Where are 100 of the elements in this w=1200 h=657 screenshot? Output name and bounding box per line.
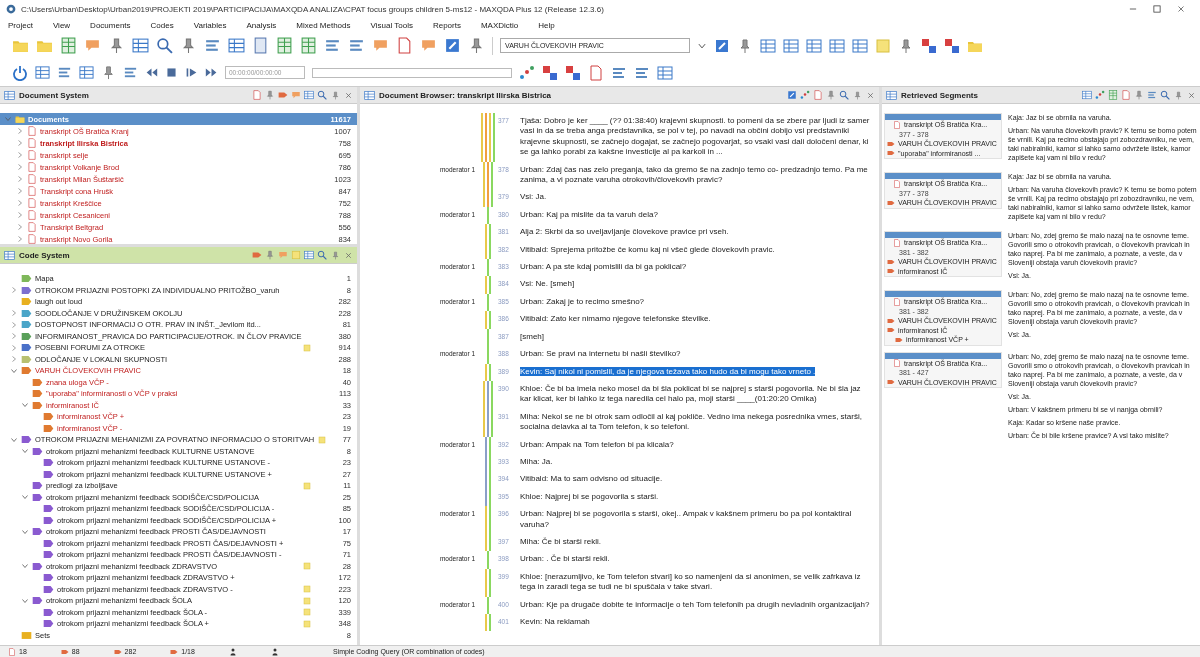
coding-stripe[interactable] bbox=[489, 241, 491, 260]
coding-stripe[interactable] bbox=[491, 380, 493, 409]
page-icon[interactable] bbox=[252, 37, 269, 54]
table-icon[interactable] bbox=[852, 37, 868, 54]
spreadsheet-icon[interactable] bbox=[1108, 90, 1118, 100]
table-icon[interactable] bbox=[1082, 90, 1092, 100]
chevron-right-icon[interactable] bbox=[10, 309, 18, 318]
menu-item[interactable]: Reports bbox=[432, 20, 461, 30]
speech-icon[interactable] bbox=[372, 37, 389, 54]
blocks-icon[interactable] bbox=[944, 37, 960, 54]
table-icon[interactable] bbox=[79, 65, 94, 80]
bars-icon[interactable] bbox=[348, 37, 365, 54]
power-icon[interactable] bbox=[12, 64, 28, 81]
chevron-down-icon[interactable] bbox=[21, 401, 29, 410]
close-icon[interactable] bbox=[344, 90, 353, 100]
document-icon[interactable] bbox=[396, 37, 413, 54]
coding-stripe[interactable] bbox=[485, 241, 487, 260]
search-icon[interactable] bbox=[317, 90, 327, 100]
table-icon[interactable] bbox=[806, 37, 822, 54]
tag-icon[interactable] bbox=[278, 90, 288, 100]
note-icon[interactable] bbox=[303, 343, 311, 352]
coding-stripe[interactable] bbox=[487, 328, 489, 347]
menu-item[interactable]: Mixed Methods bbox=[296, 20, 351, 30]
chevron-down-icon[interactable] bbox=[10, 366, 18, 375]
coding-stripe[interactable] bbox=[485, 533, 487, 552]
chevron-right-icon[interactable] bbox=[10, 355, 18, 364]
coding-stripe[interactable] bbox=[485, 614, 487, 632]
blocks-icon[interactable] bbox=[565, 64, 581, 81]
note-icon[interactable] bbox=[303, 596, 311, 605]
table-icon[interactable] bbox=[783, 37, 799, 54]
coding-stripe[interactable] bbox=[487, 161, 489, 190]
menu-item[interactable]: Variables bbox=[193, 20, 227, 30]
note-icon[interactable] bbox=[303, 608, 311, 617]
speech-icon[interactable] bbox=[291, 90, 301, 100]
pin-icon[interactable] bbox=[468, 37, 485, 54]
document-icon[interactable] bbox=[252, 90, 262, 100]
table-icon[interactable] bbox=[304, 90, 314, 100]
pin-icon[interactable] bbox=[1174, 90, 1183, 100]
search-icon[interactable] bbox=[1160, 90, 1170, 100]
search-icon[interactable] bbox=[839, 90, 849, 100]
menu-item[interactable]: View bbox=[52, 20, 71, 30]
pin-icon[interactable] bbox=[331, 90, 340, 100]
rewind-icon[interactable] bbox=[145, 66, 158, 79]
note-icon[interactable] bbox=[317, 435, 326, 444]
note-icon[interactable] bbox=[303, 481, 311, 490]
chevron-right-icon[interactable] bbox=[10, 320, 18, 329]
pin-icon[interactable] bbox=[265, 250, 275, 260]
menu-item[interactable]: Help bbox=[538, 20, 555, 30]
scatter-icon[interactable] bbox=[1095, 90, 1105, 100]
blocks-icon[interactable] bbox=[921, 37, 937, 54]
fast-forward-icon[interactable] bbox=[205, 66, 218, 79]
bars-icon[interactable] bbox=[123, 65, 138, 80]
coding-stripe[interactable] bbox=[485, 363, 487, 381]
document-icon[interactable] bbox=[1121, 90, 1131, 100]
search-icon[interactable] bbox=[317, 250, 327, 260]
table-icon[interactable] bbox=[760, 37, 776, 54]
menu-item[interactable]: MAXDictio bbox=[480, 20, 519, 30]
spreadsheet-icon[interactable] bbox=[276, 37, 293, 54]
blocks-icon[interactable] bbox=[542, 64, 558, 81]
note-icon[interactable] bbox=[303, 562, 311, 571]
note-icon[interactable] bbox=[875, 37, 891, 54]
menu-item[interactable]: Project bbox=[8, 20, 33, 30]
document-icon[interactable] bbox=[588, 64, 604, 81]
table-icon[interactable] bbox=[35, 65, 50, 80]
tag-icon[interactable] bbox=[252, 250, 262, 260]
bars-icon[interactable] bbox=[204, 37, 221, 54]
coding-stripe[interactable] bbox=[489, 363, 491, 381]
table-icon[interactable] bbox=[657, 64, 673, 81]
speech-icon[interactable] bbox=[278, 250, 288, 260]
coding-stripe[interactable] bbox=[487, 380, 489, 409]
speech-icon[interactable] bbox=[84, 37, 101, 54]
pin-icon[interactable] bbox=[1134, 90, 1144, 100]
coding-stripe[interactable] bbox=[489, 614, 491, 632]
note-icon[interactable] bbox=[303, 619, 311, 628]
coding-stripe[interactable] bbox=[489, 533, 491, 552]
coding-stripe[interactable] bbox=[485, 568, 487, 597]
coding-stripe[interactable] bbox=[485, 436, 487, 454]
table-icon[interactable] bbox=[132, 37, 149, 54]
coding-stripe[interactable] bbox=[489, 436, 491, 454]
search-icon[interactable] bbox=[156, 37, 173, 54]
bars-icon[interactable] bbox=[324, 37, 341, 54]
speech-icon[interactable] bbox=[420, 37, 437, 54]
pencil-icon[interactable] bbox=[444, 37, 461, 54]
menu-item[interactable]: Visual Tools bbox=[370, 20, 413, 30]
maximize-icon[interactable] bbox=[1152, 4, 1162, 14]
coding-stripe[interactable] bbox=[487, 206, 489, 225]
coding-stripe[interactable] bbox=[491, 161, 493, 190]
play-icon[interactable] bbox=[185, 66, 198, 79]
spreadsheet-icon[interactable] bbox=[300, 37, 317, 54]
chevron-down-icon[interactable] bbox=[21, 447, 29, 456]
coding-stripe[interactable] bbox=[483, 161, 485, 190]
pin-icon[interactable] bbox=[101, 65, 116, 80]
pin-icon[interactable] bbox=[826, 90, 836, 100]
coding-stripe[interactable] bbox=[485, 488, 487, 507]
pin-icon[interactable] bbox=[180, 37, 197, 54]
pencil-icon[interactable] bbox=[787, 90, 797, 100]
scatter-icon[interactable] bbox=[800, 90, 810, 100]
note-icon[interactable] bbox=[291, 250, 301, 260]
bars-icon[interactable] bbox=[1147, 90, 1157, 100]
document-icon[interactable] bbox=[813, 90, 823, 100]
